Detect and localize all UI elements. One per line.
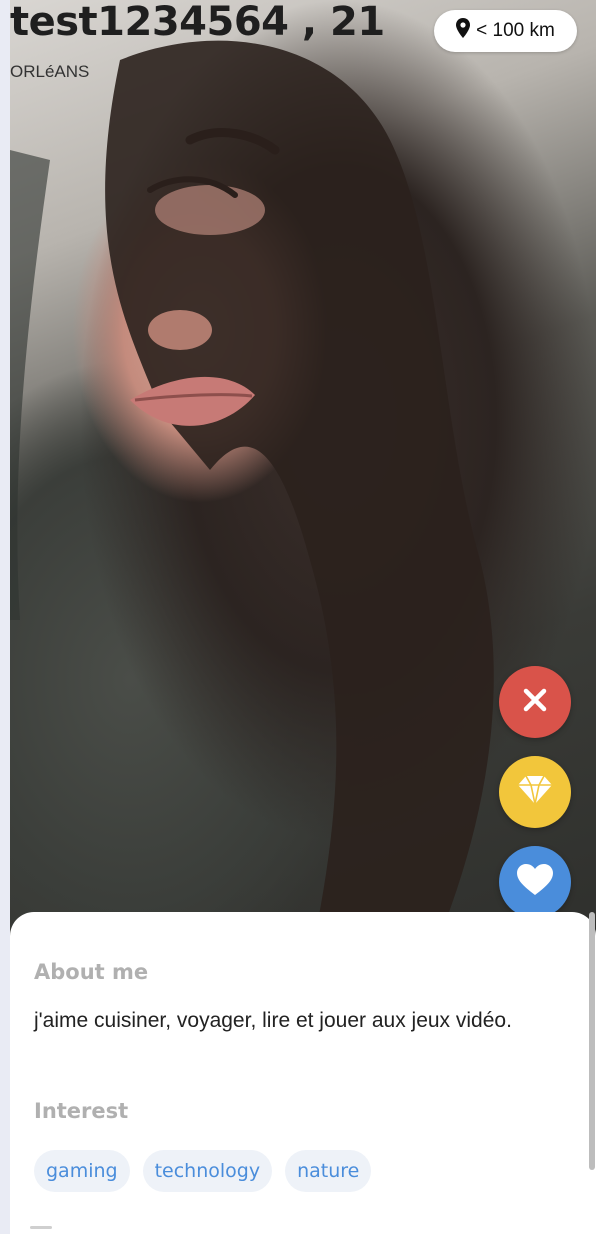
profile-name-age: test1234564 , 21: [10, 0, 385, 45]
heart-icon: [517, 864, 553, 900]
about-me-heading: About me: [34, 960, 149, 984]
pass-button[interactable]: [499, 666, 571, 738]
interest-tag[interactable]: nature: [285, 1150, 372, 1192]
close-icon: [522, 687, 548, 717]
interest-heading: Interest: [34, 1099, 129, 1123]
left-rail: [0, 0, 10, 1234]
about-me-text: j'aime cuisiner, voyager, lire et jouer …: [34, 1009, 512, 1032]
interest-tags: gaming technology nature: [34, 1150, 372, 1192]
scrollbar[interactable]: [589, 912, 595, 1170]
interest-tag[interactable]: technology: [142, 1150, 273, 1192]
distance-badge[interactable]: < 100 km: [434, 10, 577, 52]
like-button[interactable]: [499, 846, 571, 918]
map-pin-icon: [456, 18, 471, 44]
profile-city: ORLéANS: [10, 62, 90, 81]
divider: [30, 1226, 52, 1229]
profile-info-card: About me j'aime cuisiner, voyager, lire …: [10, 912, 596, 1242]
diamond-icon: [517, 775, 553, 809]
distance-label: < 100 km: [476, 20, 555, 41]
super-like-button[interactable]: [499, 756, 571, 828]
interest-tag[interactable]: gaming: [34, 1150, 130, 1192]
